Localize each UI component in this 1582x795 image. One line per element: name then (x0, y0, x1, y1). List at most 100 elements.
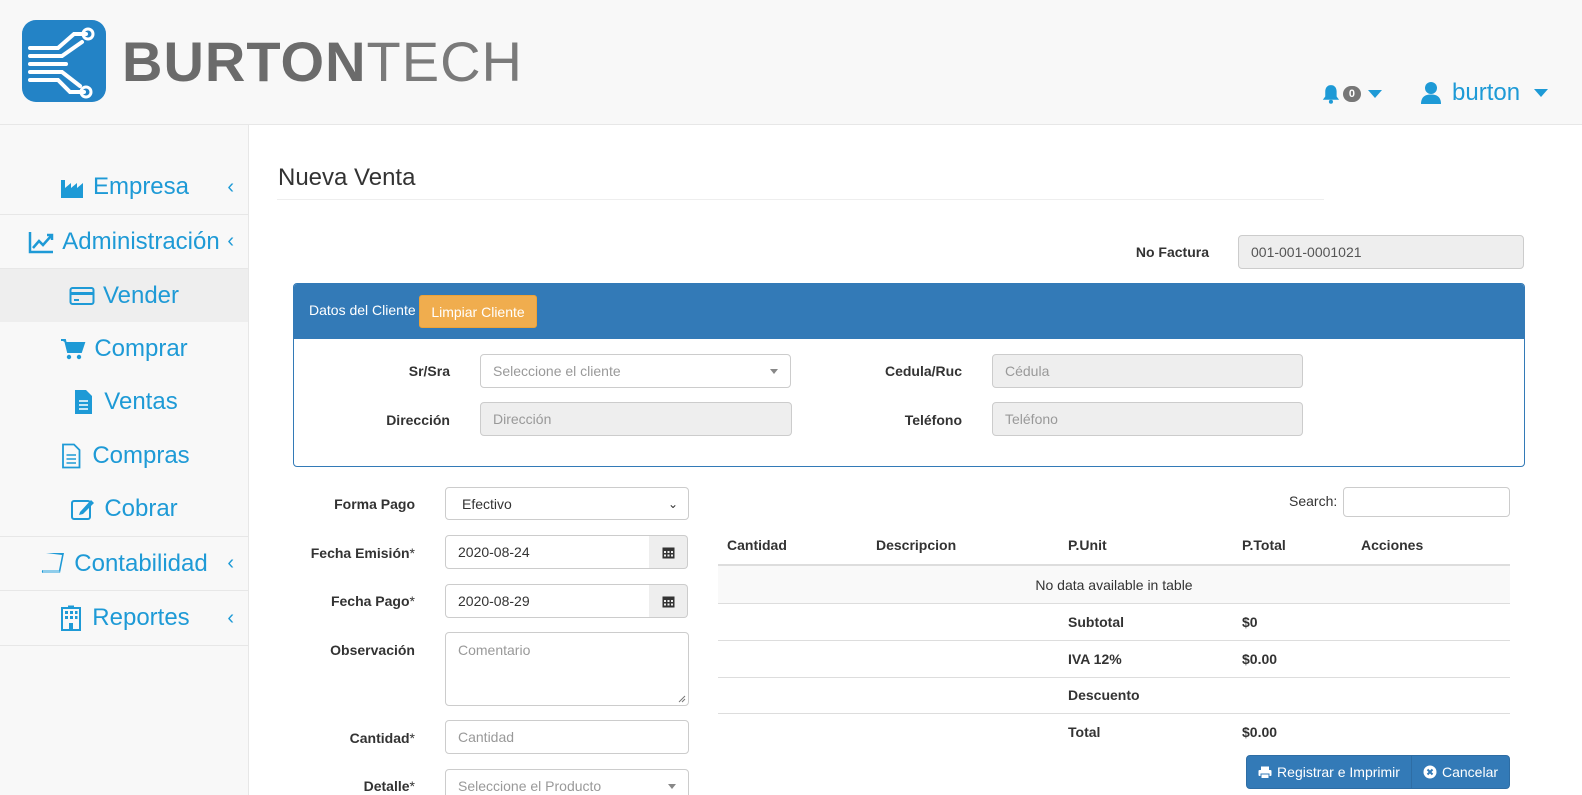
phone-field: Teléfono (992, 402, 1303, 436)
chevron-down-icon: ⌄ (667, 496, 678, 511)
chevron-left-icon: ‹ (227, 606, 234, 629)
quantity-label-text: Cantidad (349, 730, 410, 746)
sidebar-item-ventas[interactable]: Ventas (0, 375, 248, 429)
user-dropdown[interactable]: burton (1420, 78, 1549, 108)
required-mark: * (409, 545, 415, 561)
register-print-button[interactable]: Registrar e Imprimir (1246, 755, 1412, 789)
column-header-acciones[interactable]: Acciones (1361, 537, 1423, 553)
product-select[interactable]: Seleccione el Producto (445, 769, 689, 795)
sidebar-item-label: Reportes (92, 604, 190, 631)
total-value: $0.00 (1242, 724, 1278, 740)
issue-date-calendar-button[interactable] (649, 535, 688, 569)
totals-row-discount: Descuento (718, 677, 1510, 713)
table-empty-message: No data available in table (1035, 577, 1193, 593)
brand-wordmark-bold: BURTON (122, 30, 367, 93)
observation-label: Observación (330, 642, 415, 658)
cancel-button[interactable]: Cancelar (1411, 755, 1510, 789)
cart-icon (61, 338, 86, 359)
sidebar-item-cobrar[interactable]: Cobrar (0, 482, 248, 537)
register-print-label: Registrar e Imprimir (1277, 764, 1400, 780)
client-label: Sr/Sra (408, 363, 450, 379)
payment-method-label: Forma Pago (334, 496, 415, 512)
credit-card-icon (69, 286, 95, 305)
user-name: burton (1452, 79, 1521, 106)
address-field: Dirección (480, 402, 792, 436)
iva-label: IVA 12% (1068, 651, 1122, 667)
print-icon (1258, 766, 1272, 779)
totals-row-iva: IVA 12% $0.00 (718, 640, 1510, 677)
resize-handle-icon (678, 695, 686, 703)
phone-field-placeholder: Teléfono (1005, 411, 1058, 427)
detail-label: Detalle* (295, 778, 415, 794)
calendar-icon (662, 596, 674, 607)
sidebar-item-reportes[interactable]: Reportes ‹ (0, 591, 248, 646)
sidebar-item-empresa[interactable]: Empresa ‹ (0, 160, 248, 215)
payment-method-value: Efectivo (462, 495, 512, 512)
issue-date-input[interactable]: 2020-08-24 (445, 535, 650, 569)
calendar-icon (662, 547, 674, 558)
cancel-label: Cancelar (1441, 764, 1499, 780)
sidebar-item-contabilidad[interactable]: Contabilidad ‹ (0, 537, 248, 591)
required-mark: * (409, 730, 415, 746)
client-panel-title: Datos del Cliente (309, 302, 416, 318)
caret-down-icon (1534, 89, 1549, 97)
column-header-ptotal[interactable]: P.Total (1242, 537, 1286, 553)
column-header-descripcion[interactable]: Descripcion (876, 537, 956, 553)
notifications-dropdown[interactable]: 0 (1322, 80, 1382, 108)
sidebar-item-comprar[interactable]: Comprar (0, 322, 248, 375)
totals-row-subtotal: Subtotal $0 (718, 603, 1510, 640)
address-field-placeholder: Dirección (493, 411, 552, 427)
table-empty-row: No data available in table (718, 564, 1510, 603)
client-panel-header: Datos del Cliente Limpiar Cliente (294, 284, 1524, 339)
issue-date-label-text: Fecha Emisión (310, 545, 410, 561)
sidebar: Empresa ‹ Administración ‹ Vender Compra… (0, 125, 249, 795)
quantity-placeholder: Cantidad (458, 729, 515, 745)
sidebar-item-compras[interactable]: Compras (0, 429, 248, 482)
brand-wordmark[interactable]: BURTONTECH (122, 32, 523, 92)
subtotal-label: Subtotal (1068, 614, 1124, 630)
title-divider (277, 199, 1324, 200)
burtontech-logo-icon[interactable] (22, 20, 106, 102)
invoice-number-field: 001-001-0001021 (1238, 235, 1524, 269)
payment-method-select[interactable]: Efectivo ⌄ (445, 487, 689, 520)
pay-date-input[interactable]: 2020-08-29 (445, 584, 650, 618)
column-header-punit[interactable]: P.Unit (1068, 537, 1107, 553)
sidebar-item-administracion[interactable]: Administración ‹ (0, 215, 248, 269)
sidebar-item-label: Vender (102, 281, 180, 309)
observation-placeholder: Comentario (458, 642, 531, 658)
observation-textarea[interactable]: Comentario (445, 632, 689, 706)
clear-client-button[interactable]: Limpiar Cliente (419, 295, 537, 328)
client-select[interactable]: Seleccione el cliente (480, 354, 791, 388)
pay-date-calendar-button[interactable] (649, 584, 688, 618)
industry-icon (60, 180, 83, 198)
pay-date-label: Fecha Pago* (275, 593, 415, 609)
file-outline-icon (62, 443, 81, 468)
chevron-left-icon: ‹ (227, 230, 234, 252)
required-mark: * (409, 593, 415, 609)
required-mark: * (409, 778, 415, 794)
line-chart-icon (29, 231, 54, 253)
brand-wordmark-light: TECH (366, 30, 523, 93)
quantity-input[interactable]: Cantidad (445, 720, 689, 754)
sidebar-item-label: Compras (92, 441, 190, 469)
page-title: Nueva Venta (278, 164, 416, 191)
issue-date-value: 2020-08-24 (458, 544, 530, 560)
sidebar-item-vender[interactable]: Vender (0, 269, 248, 322)
iva-value: $0.00 (1242, 651, 1278, 667)
totals-row-total: Total $0.00 (718, 713, 1510, 750)
sidebar-item-label: Administración (62, 227, 220, 255)
sidebar-item-label: Ventas (104, 388, 178, 415)
sidebar-item-label: Cobrar (104, 495, 178, 522)
total-label: Total (1068, 724, 1101, 740)
table-search-input[interactable] (1343, 487, 1510, 517)
sidebar-item-label: Comprar (94, 334, 188, 362)
chevron-left-icon: ‹ (227, 552, 234, 574)
building-icon (61, 605, 82, 631)
bell-icon (1322, 85, 1340, 104)
subtotal-value: $0 (1242, 614, 1258, 630)
book-icon (42, 552, 65, 573)
pay-date-label-text: Fecha Pago (330, 593, 410, 609)
column-header-cantidad[interactable]: Cantidad (727, 537, 787, 553)
address-label: Dirección (386, 412, 450, 428)
client-select-placeholder: Seleccione el cliente (493, 363, 621, 379)
